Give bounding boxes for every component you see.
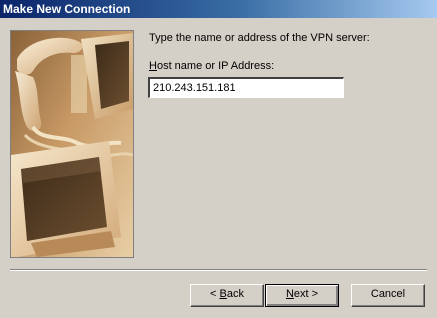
computer-and-phone-illustration xyxy=(10,30,134,258)
window-title: Make New Connection xyxy=(3,2,131,16)
host-label-text: ost name or IP Address: xyxy=(156,60,275,72)
host-field-label: Host name or IP Address: xyxy=(149,60,274,72)
back-prefix: < xyxy=(210,288,220,300)
back-accesskey: B xyxy=(219,288,227,300)
button-separator xyxy=(10,269,427,271)
next-button[interactable]: Next > xyxy=(265,284,339,307)
next-accesskey: N xyxy=(285,288,294,300)
host-address-input[interactable] xyxy=(148,77,344,98)
back-button[interactable]: < Back xyxy=(190,284,264,307)
server-prompt: Type the name or address of the VPN serv… xyxy=(149,32,370,44)
back-label: ack xyxy=(226,288,244,300)
next-label: ext > xyxy=(293,288,319,300)
cancel-button[interactable]: Cancel xyxy=(351,284,425,307)
wizard-page: Type the name or address of the VPN serv… xyxy=(0,18,437,318)
host-label-accesskey: H xyxy=(149,60,157,72)
title-bar[interactable]: Make New Connection xyxy=(0,0,437,18)
